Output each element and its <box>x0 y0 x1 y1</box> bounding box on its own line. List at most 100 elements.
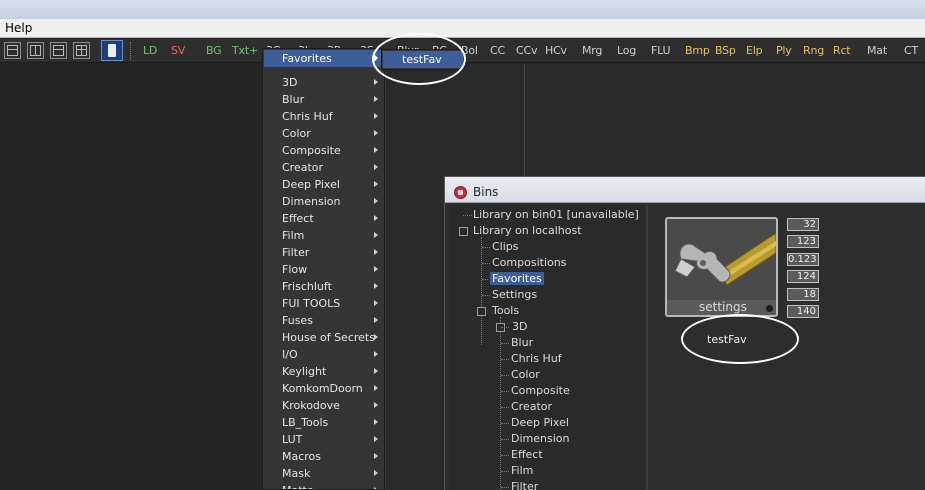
menu-item[interactable]: Composite <box>263 142 384 159</box>
menu-item-label: Macros <box>282 450 322 463</box>
thumbnail-stat-box: 140 <box>787 305 819 318</box>
menu-item[interactable]: Filter <box>263 244 384 261</box>
tree-item-tool-category[interactable]: Composite <box>511 384 570 397</box>
submenu-arrow-icon <box>374 198 378 204</box>
tool-button-rct[interactable]: Rct <box>833 44 851 57</box>
menu-item[interactable]: Flow <box>263 261 384 278</box>
menu-item-label: Krokodove <box>282 399 340 412</box>
menu-item-label: 3D <box>282 76 298 89</box>
tree-item-library-localhost[interactable]: Library on localhost <box>473 224 582 237</box>
submenu-arrow-icon <box>374 181 378 187</box>
menu-item-label: Color <box>282 127 311 140</box>
menu-item[interactable]: I/O <box>263 346 384 363</box>
menu-item[interactable]: Film <box>263 227 384 244</box>
tree-item-tool-category[interactable]: Deep Pixel <box>511 416 569 429</box>
menu-item[interactable]: Matte <box>263 482 384 489</box>
menu-item-label: Deep Pixel <box>282 178 340 191</box>
tree-item-tool-category[interactable]: Filter <box>511 480 538 490</box>
menu-item[interactable]: FUI TOOLS <box>263 295 384 312</box>
menu-item[interactable]: Dimension <box>263 193 384 210</box>
menu-item[interactable]: Macros <box>263 448 384 465</box>
tree-item-tool-category[interactable]: Chris Huf <box>511 352 562 365</box>
tool-button-log[interactable]: Log <box>617 44 636 57</box>
menu-item[interactable]: Blur <box>263 91 384 108</box>
tree-item-tool-category[interactable]: Effect <box>511 448 543 461</box>
window-titlebar <box>0 0 925 19</box>
tree-item-tools[interactable]: Tools <box>492 304 519 317</box>
tree-item-compositions[interactable]: Compositions <box>492 256 566 269</box>
tree-item-tool-category[interactable]: Blur <box>511 336 533 349</box>
submenu-arrow-icon <box>374 368 378 374</box>
layout-single-icon[interactable] <box>4 42 21 59</box>
tree-item-clips[interactable]: Clips <box>492 240 519 253</box>
tool-button-bsp[interactable]: BSp <box>715 44 736 57</box>
menu-item[interactable]: Krokodove <box>263 397 384 414</box>
tool-button-mat[interactable]: Mat <box>867 44 887 57</box>
bins-title: Bins <box>473 185 499 199</box>
tree-expander[interactable] <box>477 307 486 316</box>
submenu-arrow-icon <box>374 419 378 425</box>
layout-bottom-icon[interactable] <box>50 42 67 59</box>
menu-item-favorites[interactable]: Favorites <box>264 50 383 67</box>
tool-button-ccv[interactable]: CCv <box>516 44 537 57</box>
tool-button-ct[interactable]: CT <box>904 44 918 57</box>
tool-button-ld[interactable]: LD <box>143 44 157 57</box>
menu-help[interactable]: Help <box>5 21 32 35</box>
tree-item-tool-category[interactable]: 3D <box>512 320 527 333</box>
script-tool-icon[interactable] <box>101 40 123 61</box>
tool-button-txt[interactable]: Txt+ <box>232 44 258 57</box>
menu-item-label: FUI TOOLS <box>282 297 341 310</box>
menu-item[interactable]: Creator <box>263 159 384 176</box>
tool-button-cc[interactable]: CC <box>490 44 505 57</box>
menu-item[interactable]: Color <box>263 125 384 142</box>
menu-item[interactable]: 3D <box>263 74 384 91</box>
menu-item-label: I/O <box>282 348 298 361</box>
thumbnail-caption: settings <box>667 300 776 315</box>
layout-quad-icon[interactable] <box>73 42 90 59</box>
submenu-arrow-icon <box>374 402 378 408</box>
tree-expander[interactable] <box>459 227 468 236</box>
submenu-arrow-icon <box>374 470 378 476</box>
tool-button-bg[interactable]: BG <box>206 44 222 57</box>
tool-button-mrg[interactable]: Mrg <box>582 44 602 57</box>
submenu-arrow-icon <box>374 283 378 289</box>
menu-item[interactable]: LUT <box>263 431 384 448</box>
annotation-ellipse-bin-item <box>681 314 799 364</box>
menu-item[interactable]: Fuses <box>263 312 384 329</box>
menu-bar: Help <box>0 19 925 38</box>
thumbnail-stat-box: 124 <box>787 270 819 284</box>
menu-item[interactable]: House of Secrets <box>263 329 384 346</box>
bins-titlebar[interactable]: Bins <box>445 177 925 203</box>
menu-item[interactable]: Frischluft <box>263 278 384 295</box>
menu-item[interactable]: LB_Tools <box>263 414 384 431</box>
tree-item-tool-category[interactable]: Film <box>511 464 533 477</box>
tool-button-ply[interactable]: Ply <box>776 44 792 57</box>
tool-button-sv[interactable]: SV <box>171 44 185 57</box>
tree-item-library-bin01[interactable]: Library on bin01 [unavailable] <box>473 208 639 221</box>
bins-app-icon <box>454 186 467 199</box>
menu-item[interactable]: Deep Pixel <box>263 176 384 193</box>
thumbnail-caption-text: settings <box>699 300 747 314</box>
menu-item[interactable]: Effect <box>263 210 384 227</box>
tool-button-flu[interactable]: FLU <box>651 44 671 57</box>
menu-item-label: Effect <box>282 212 314 225</box>
tree-item-tool-category[interactable]: Color <box>511 368 540 381</box>
menu-item[interactable]: Keylight <box>263 363 384 380</box>
submenu-arrow-icon <box>374 130 378 136</box>
thumbnail-stat-box: 0.123 <box>787 252 819 266</box>
layout-split-icon[interactable] <box>27 42 44 59</box>
menu-item[interactable]: Chris Huf <box>263 108 384 125</box>
tree-item-favorites[interactable]: Favorites <box>490 272 544 285</box>
tree-item-tool-category[interactable]: Creator <box>511 400 552 413</box>
submenu-arrow-icon <box>374 164 378 170</box>
tool-button-elp[interactable]: Elp <box>746 44 763 57</box>
tool-button-hcv[interactable]: HCv <box>545 44 567 57</box>
tool-button-bmp[interactable]: Bmp <box>685 44 710 57</box>
bin-item-thumbnail[interactable]: settings <box>665 217 778 317</box>
menu-item[interactable]: Mask <box>263 465 384 482</box>
tree-item-settings[interactable]: Settings <box>492 288 537 301</box>
submenu-arrow-icon <box>374 317 378 323</box>
tree-item-tool-category[interactable]: Dimension <box>511 432 569 445</box>
menu-item[interactable]: KomkomDoorn <box>263 380 384 397</box>
tool-button-rng[interactable]: Rng <box>803 44 824 57</box>
